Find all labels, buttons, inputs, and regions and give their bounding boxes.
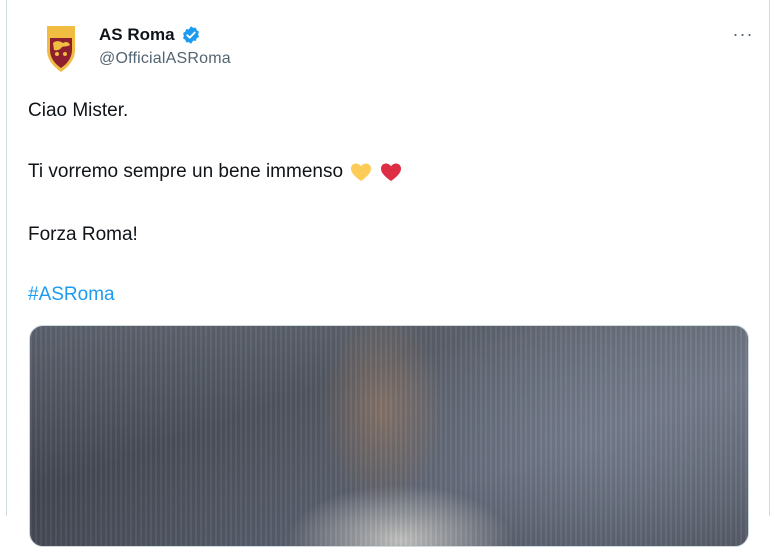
verified-badge-icon xyxy=(181,25,201,45)
avatar[interactable] xyxy=(33,20,89,76)
yellow-heart-icon xyxy=(349,160,373,184)
more-options-button[interactable]: ··· xyxy=(729,22,757,46)
author-handle[interactable]: @OfficialASRoma xyxy=(99,50,231,68)
hashtag-link[interactable]: #ASRoma xyxy=(28,283,115,307)
author-display-name[interactable]: AS Roma xyxy=(99,25,175,45)
tweet-text-line-3: Forza Roma! xyxy=(28,224,138,245)
tweet-card[interactable]: AS Roma @OfficialASRoma ··· Ciao Mister.… xyxy=(6,0,770,547)
tweet-text-line-1: Ciao Mister. xyxy=(28,100,129,121)
tweet-text-line-2-text: Ti vorremo sempre un bene immenso xyxy=(28,161,344,182)
tweet-text-line-2: Ti vorremo sempre un bene immenso xyxy=(28,160,403,184)
tweet-media-photo[interactable] xyxy=(29,325,749,547)
author-name-row[interactable]: AS Roma xyxy=(99,24,201,46)
as-roma-crest-icon xyxy=(47,26,75,72)
red-heart-icon xyxy=(379,160,403,184)
